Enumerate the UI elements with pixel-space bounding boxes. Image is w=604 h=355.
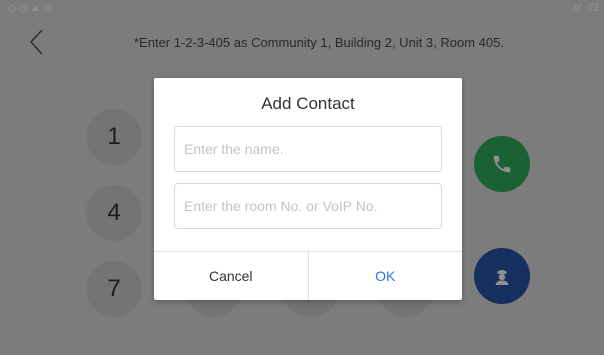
dialog-actions: Cancel OK bbox=[154, 251, 462, 300]
dialog-title: Add Contact bbox=[261, 94, 355, 113]
ok-button[interactable]: OK bbox=[309, 252, 463, 300]
name-input[interactable] bbox=[174, 126, 442, 172]
add-contact-dialog: Add Contact Cancel OK bbox=[154, 78, 462, 300]
cancel-button[interactable]: Cancel bbox=[154, 252, 309, 300]
room-number-input[interactable] bbox=[174, 183, 442, 229]
